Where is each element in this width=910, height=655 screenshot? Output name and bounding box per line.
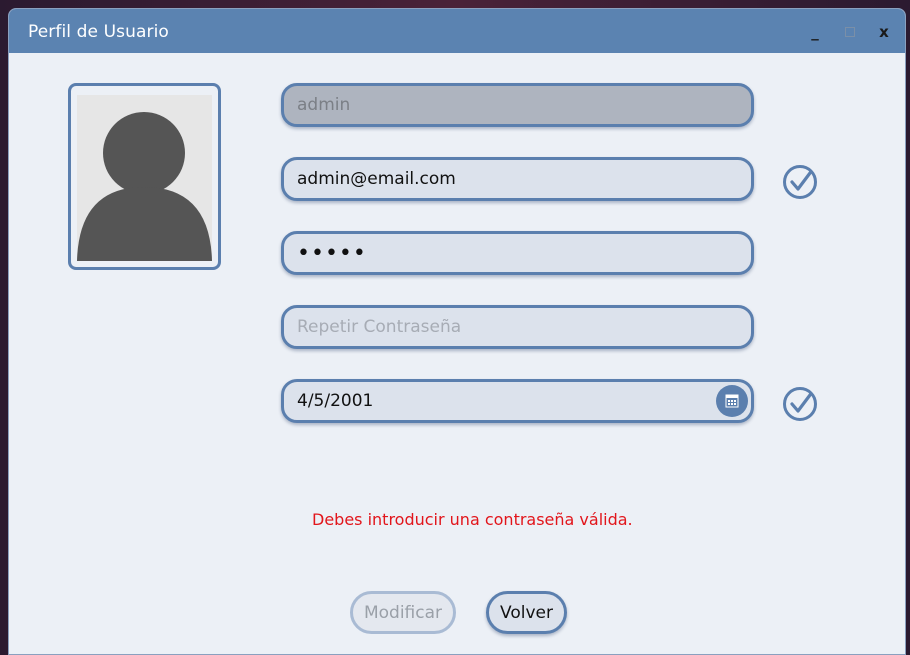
username-value: admin <box>297 95 351 115</box>
email-field[interactable]: admin@email.com <box>281 157 754 201</box>
date-picker[interactable]: 4/5/2001 <box>281 379 754 423</box>
password-field[interactable]: ••••• <box>281 231 754 275</box>
back-button[interactable]: Volver <box>486 591 567 634</box>
minimize-button[interactable]: _ <box>803 17 827 47</box>
date-value: 4/5/2001 <box>297 391 374 411</box>
title-bar[interactable]: Perfil de Usuario _ x <box>9 9 905 53</box>
maximize-icon <box>845 27 855 37</box>
calendar-button[interactable] <box>716 385 748 417</box>
check-circle-icon <box>783 165 817 199</box>
profile-window: Perfil de Usuario _ x admin admin@email.… <box>8 8 906 655</box>
maximize-button[interactable] <box>838 17 862 47</box>
avatar <box>77 95 212 261</box>
avatar-frame[interactable] <box>68 83 221 270</box>
error-message: Debes introducir una contraseña válida. <box>312 510 633 529</box>
calendar-icon <box>725 394 739 408</box>
username-field[interactable]: admin <box>281 83 754 127</box>
email-value: admin@email.com <box>297 169 456 189</box>
check-circle-icon <box>783 387 817 421</box>
close-button[interactable]: x <box>872 17 896 47</box>
user-avatar-icon <box>77 112 212 261</box>
repeat-password-field[interactable]: Repetir Contraseña <box>281 305 754 349</box>
modify-button[interactable]: Modificar <box>350 591 456 634</box>
repeat-password-placeholder: Repetir Contraseña <box>297 317 462 337</box>
password-value: ••••• <box>297 240 367 266</box>
window-title: Perfil de Usuario <box>28 22 169 42</box>
